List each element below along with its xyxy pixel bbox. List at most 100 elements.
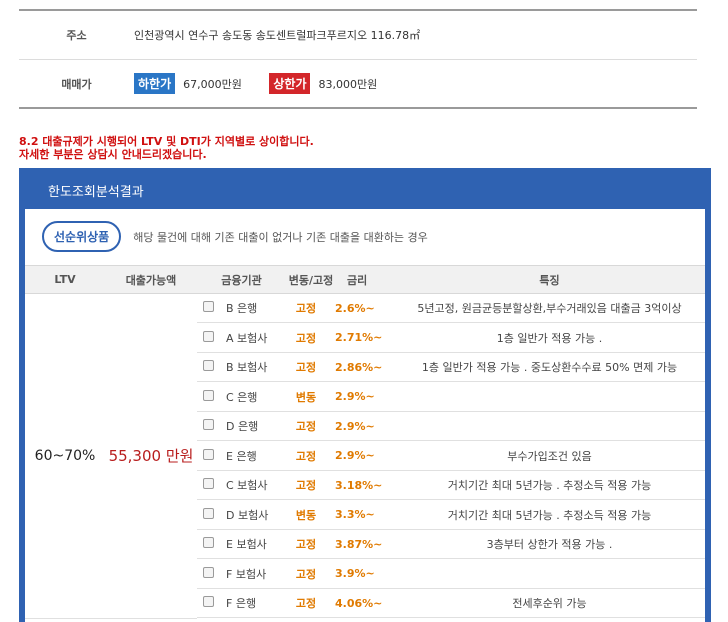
select-checkbox[interactable]: [203, 478, 214, 489]
table-row: E 은행 고정 2.9%~ 부수가입조건 있음: [197, 442, 705, 471]
interest-rate: 3.18%~: [335, 478, 383, 492]
address-value: 인천광역시 연수구 송도동 송도센트럴파크푸르지오 116.78㎡: [134, 29, 421, 42]
loan-feature: 거치기간 최대 5년가능 . 추정소득 적용 가능: [447, 479, 652, 492]
ltv-amount-cell: 60~70% 55,300 만원: [25, 294, 197, 619]
limit-analysis-panel: 한도조회분석결과 선순위상품 해당 물건에 대해 기존 대출이 없거나 기존 대…: [19, 168, 711, 622]
row-checkbox-cell: [197, 389, 220, 404]
rate-type: 변동: [295, 390, 317, 404]
row-checkbox-cell: [197, 537, 220, 551]
select-checkbox[interactable]: [203, 448, 214, 460]
row-checkbox-cell: [197, 301, 220, 315]
loan-feature: 1층 일반가 적용 가능 . 중도상환수수료 50% 면제 가능: [421, 361, 678, 374]
institution-name: E 보험사: [226, 538, 267, 551]
ltv-value: 60~70%: [34, 447, 96, 464]
interest-rate: 2.9%~: [335, 419, 375, 433]
interest-rate: 2.9%~: [335, 390, 375, 403]
product-row: 선순위상품 해당 물건에 대해 기존 대출이 없거나 기존 대출을 대환하는 경…: [25, 209, 705, 264]
rate-type: 고정: [295, 567, 317, 581]
select-checkbox[interactable]: [203, 566, 214, 578]
rate-type: 고정: [295, 331, 317, 345]
rate-type: 변동: [295, 508, 317, 522]
rate-type: 고정: [295, 449, 317, 463]
institution-name: F 보험사: [226, 567, 267, 581]
address-row: 주소 인천광역시 연수구 송도동 송도센트럴파크푸르지오 116.78㎡: [19, 11, 697, 59]
rate-type: 고정: [295, 597, 317, 610]
interest-rate: 2.71%~: [335, 331, 383, 344]
interest-rate: 3.9%~: [335, 567, 375, 580]
regulation-notice: 8.2 대출규제가 시행되어 LTV 및 DTI가 지역별로 상이합니다. 자세…: [19, 135, 314, 161]
property-info-table: 주소 인천광역시 연수구 송도동 송도센트럴파크푸르지오 116.78㎡ 매매가…: [19, 9, 697, 109]
interest-rate: 2.9%~: [335, 449, 375, 462]
select-checkbox[interactable]: [203, 389, 214, 401]
table-row: F 보험사 고정 3.9%~: [197, 560, 705, 589]
product-description: 해당 물건에 대해 기존 대출이 없거나 기존 대출을 대환하는 경우: [133, 230, 428, 244]
rate-type: 고정: [295, 479, 317, 492]
institution-name: D 보험사: [226, 508, 269, 522]
price-label: 매매가: [61, 77, 92, 91]
institution-name: C 보험사: [226, 479, 268, 492]
rate-type: 고정: [295, 361, 317, 374]
institution-name: C 은행: [226, 390, 258, 404]
header-feature: 특징: [539, 273, 560, 287]
interest-rate: 3.3%~: [335, 508, 375, 521]
row-checkbox-cell: [197, 419, 220, 433]
amount-value: 55,300 만원: [108, 447, 194, 466]
table-row: C 은행 변동 2.9%~: [197, 383, 705, 412]
loan-feature: 1층 일반가 적용 가능 .: [496, 331, 603, 345]
address-label: 주소: [66, 29, 87, 42]
loan-results-table: LTV 대출가능액 금융기관 변동/고정 금리 특징 60~70% 55,300…: [25, 265, 705, 619]
institution-name: D 은행: [226, 420, 259, 433]
header-type: 변동/고정: [288, 273, 334, 287]
row-checkbox-cell: [197, 596, 220, 610]
high-price: 83,000만원: [318, 78, 378, 91]
loan-feature: 5년고정, 원금균등분할상환,부수거래있음 대출금 3억이상: [417, 302, 682, 315]
table-row: D 보험사 변동 3.3%~ 거치기간 최대 5년가능 . 추정소득 적용 가능: [197, 501, 705, 530]
table-row: A 보험사 고정 2.71%~ 1층 일반가 적용 가능 .: [197, 324, 705, 353]
institution-name: B 은행: [226, 302, 258, 315]
interest-rate: 3.87%~: [335, 537, 383, 551]
loan-feature: 전세후순위 가능: [512, 597, 587, 610]
header-institution: 금융기관: [221, 273, 262, 287]
table-row: B 은행 고정 2.6%~ 5년고정, 원금균등분할상환,부수거래있음 대출금 3억이…: [197, 294, 705, 323]
row-checkbox-cell: [197, 448, 220, 463]
header-amount: 대출가능액: [125, 273, 177, 287]
institution-name: A 보험사: [226, 331, 268, 345]
header-rate: 금리: [347, 273, 368, 287]
interest-rate: 2.86%~: [335, 360, 383, 374]
low-price: 67,000만원: [183, 78, 242, 91]
header-ltv: LTV: [54, 273, 76, 286]
row-checkbox-cell: [197, 566, 220, 581]
table-row: C 보험사 고정 3.18%~ 거치기간 최대 5년가능 . 추정소득 적용 가능: [197, 471, 705, 500]
select-checkbox[interactable]: [203, 507, 214, 519]
select-checkbox[interactable]: [203, 419, 214, 430]
table-row: D 은행 고정 2.9%~: [197, 412, 705, 441]
interest-rate: 4.06%~: [335, 596, 383, 610]
rate-type: 고정: [295, 538, 317, 551]
loan-feature: 거치기간 최대 5년가능 . 추정소득 적용 가능: [447, 508, 652, 522]
select-checkbox[interactable]: [203, 596, 214, 607]
loan-feature: 부수가입조건 있음: [507, 449, 592, 463]
notice-line-2: 자세한 부분은 상담시 안내드리겠습니다.: [19, 148, 207, 161]
institution-name: F 은행: [226, 597, 257, 610]
panel-title: 한도조회분석결과: [48, 185, 144, 200]
row-checkbox-cell: [197, 360, 220, 374]
select-checkbox[interactable]: [203, 537, 214, 548]
table-header: LTV 대출가능액 금융기관 변동/고정 금리 특징: [25, 265, 705, 294]
table-row: F 은행 고정 4.06%~ 전세후순위 가능: [197, 589, 705, 618]
row-checkbox-cell: [197, 478, 220, 492]
low-price-tag: 하한가: [134, 73, 176, 94]
select-checkbox[interactable]: [203, 360, 214, 371]
select-checkbox[interactable]: [203, 330, 214, 342]
notice-line-1: 8.2 대출규제가 시행되어 LTV 및 DTI가 지역별로 상이합니다.: [19, 135, 314, 148]
high-price-tag: 상한가: [269, 73, 311, 94]
table-row: E 보험사 고정 3.87%~ 3층부터 상한가 적용 가능 .: [197, 530, 705, 559]
senior-loan-product-badge[interactable]: 선순위상품: [42, 221, 122, 252]
loan-feature: 3층부터 상한가 적용 가능 .: [486, 538, 613, 551]
price-row: 매매가 하한가 67,000만원 상한가 83,000만원: [19, 59, 697, 107]
interest-rate: 2.6%~: [335, 301, 375, 315]
select-checkbox[interactable]: [203, 301, 214, 312]
table-row: B 보험사 고정 2.86%~ 1층 일반가 적용 가능 . 중도상환수수료 50% …: [197, 353, 705, 382]
row-checkbox-cell: [197, 507, 220, 522]
rate-type: 고정: [295, 302, 317, 315]
institution-name: B 보험사: [226, 361, 268, 374]
